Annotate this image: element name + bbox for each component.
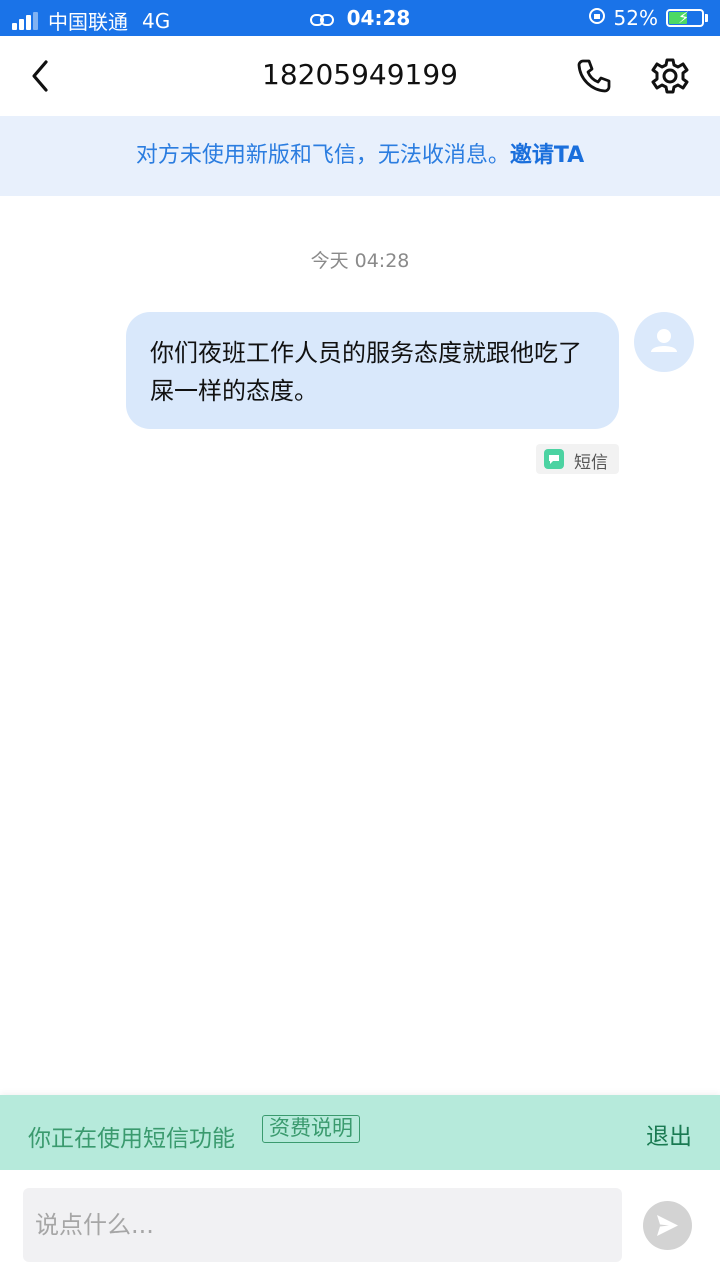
link-icon (309, 8, 334, 32)
phone-icon (577, 59, 611, 93)
battery-tip (705, 14, 708, 22)
composer (0, 1170, 720, 1280)
battery-percent: 52% (613, 6, 658, 30)
gear-icon (651, 58, 689, 94)
settings-button[interactable] (650, 56, 690, 96)
invite-message: 对方未使用新版和飞信，无法收消息。 (135, 143, 510, 168)
rotation-lock-icon (588, 6, 606, 30)
message-timestamp: 今天 04:28 (310, 250, 410, 272)
send-button[interactable] (643, 1201, 692, 1250)
battery-icon: ⚡ (666, 8, 704, 27)
message-input[interactable] (23, 1188, 622, 1262)
send-icon (657, 1215, 678, 1236)
status-time: 04:28 (346, 6, 411, 30)
invite-banner: 对方未使用新版和飞信，无法收消息。邀请TA (0, 116, 720, 196)
charging-icon: ⚡ (678, 8, 690, 27)
nav-bar: 18205949199 (0, 36, 720, 116)
call-button[interactable] (574, 56, 614, 96)
sms-icon (544, 449, 564, 469)
sms-channel-tag: 短信 (536, 444, 619, 474)
invite-link[interactable]: 邀请TA (510, 143, 584, 168)
status-right: 52% ⚡ (588, 6, 708, 30)
sms-mode-bar: 你正在使用短信功能 资费说明 退出 (0, 1095, 720, 1170)
sms-tag-label: 短信 (574, 453, 608, 473)
avatar[interactable] (634, 312, 694, 372)
tariff-info-link[interactable]: 资费说明 (262, 1115, 360, 1143)
sms-mode-text: 你正在使用短信功能 (28, 1126, 235, 1152)
status-bar: 中国联通 4G 04:28 52% ⚡ (0, 0, 720, 36)
outgoing-message-bubble[interactable]: 你们夜班工作人员的服务态度就跟他吃了屎一样的态度。 (126, 312, 619, 429)
exit-sms-mode-button[interactable]: 退出 (646, 1117, 692, 1151)
user-icon (651, 329, 677, 352)
